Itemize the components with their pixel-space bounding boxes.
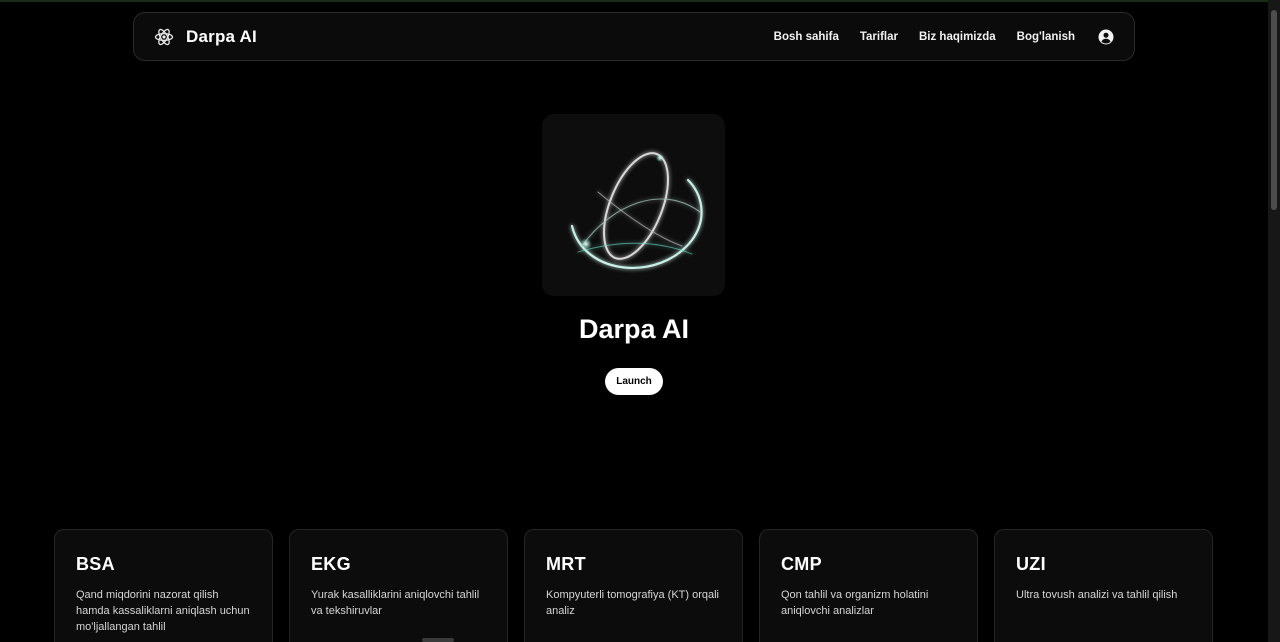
brand[interactable]: Darpa AI xyxy=(154,27,257,47)
scrollbar-thumb[interactable] xyxy=(1271,10,1277,210)
user-circle-icon[interactable] xyxy=(1098,29,1114,45)
card-ekg[interactable]: EKG Yurak kasalliklarini aniqlovchi tahl… xyxy=(289,529,508,642)
card-description: Yurak kasalliklarini aniqlovchi tahlil v… xyxy=(311,589,480,617)
card-title: MRT xyxy=(546,554,586,574)
launch-button[interactable]: Launch xyxy=(605,368,663,395)
nav-link-about[interactable]: Biz haqimizda xyxy=(919,31,996,43)
brand-name: Darpa AI xyxy=(186,26,257,46)
nav-links: Bosh sahifa Tariflar Biz haqimizda Bog'l… xyxy=(774,29,1114,45)
hero-title: Darpa AI xyxy=(578,314,690,344)
navbar: Darpa AI Bosh sahifa Tariflar Biz haqimi… xyxy=(133,12,1135,61)
card-title: BSA xyxy=(76,554,115,574)
card-cmp[interactable]: CMP Qon tahlil va organizm holatini aniq… xyxy=(759,529,978,642)
card-title: UZI xyxy=(1016,554,1046,574)
card-uzi[interactable]: UZI Ultra tovush analizi va tahlil qilis… xyxy=(994,529,1213,642)
card-button-hint xyxy=(422,638,454,642)
card-description: Kompyuterli tomografiya (KT) orqali anal… xyxy=(546,589,720,617)
card-title: EKG xyxy=(311,554,351,574)
nav-link-pricing[interactable]: Tariflar xyxy=(860,31,898,43)
nav-link-home[interactable]: Bosh sahifa xyxy=(774,31,839,43)
scrollbar[interactable] xyxy=(1268,0,1280,642)
atom-icon xyxy=(154,27,174,47)
nav-link-contact[interactable]: Bog'lanish xyxy=(1017,31,1075,43)
card-bsa[interactable]: BSA Qand miqdorini nazorat qilish hamda … xyxy=(54,529,273,642)
card-description: Qand miqdorini nazorat qilish hamda kass… xyxy=(76,589,250,633)
card-title: CMP xyxy=(781,554,822,574)
card-description: Qon tahlil va organizm holatini aniqlovc… xyxy=(781,589,929,617)
card-mrt[interactable]: MRT Kompyuterli tomografiya (KT) orqali … xyxy=(524,529,743,642)
window-top-border xyxy=(0,0,1280,2)
atom-orbit-icon xyxy=(570,152,703,269)
card-description: Ultra tovush analizi va tahlil qilish xyxy=(1016,589,1178,601)
service-cards: BSA Qand miqdorini nazorat qilish hamda … xyxy=(54,529,1213,642)
hero-image xyxy=(542,114,725,296)
